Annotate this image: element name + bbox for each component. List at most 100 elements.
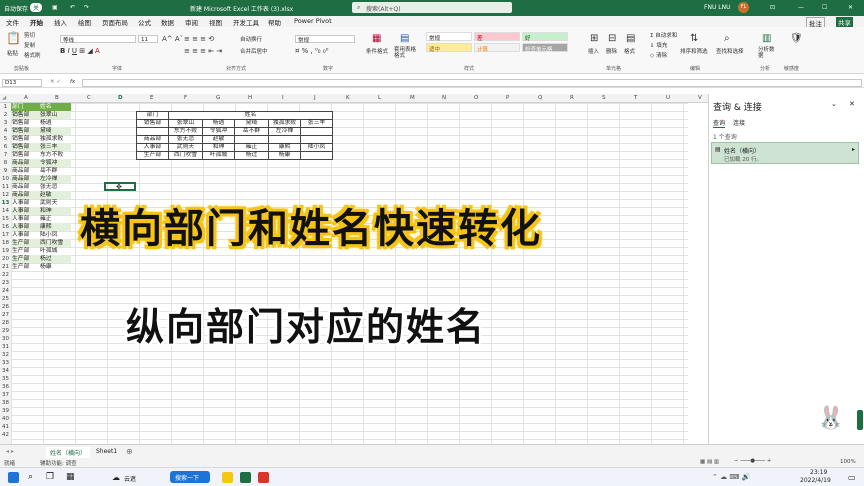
analyze-data-icon[interactable]: ▥ — [762, 33, 771, 44]
row-header[interactable]: 17 — [0, 231, 11, 239]
result-name[interactable]: 张三丰 — [300, 119, 333, 128]
sensitivity-icon[interactable]: 🛡 — [790, 33, 803, 44]
zoom-slider[interactable]: − ───●─── + — [734, 458, 771, 464]
windows-start-icon[interactable] — [8, 472, 19, 483]
col-header[interactable]: L — [378, 95, 381, 101]
table-cell[interactable]: 生产部 — [11, 247, 39, 255]
tab-view[interactable]: 视图 — [209, 17, 222, 27]
col-header[interactable]: Q — [538, 95, 542, 101]
row-header[interactable]: 6 — [0, 143, 11, 151]
result-name[interactable]: 杨康 — [268, 151, 301, 160]
result-name[interactable] — [300, 127, 333, 136]
col-header[interactable]: P — [506, 95, 509, 101]
table-cell[interactable]: 生产部 — [11, 255, 39, 263]
row-header[interactable]: 21 — [0, 263, 11, 271]
merge-center-button[interactable]: 合并后居中 — [240, 47, 268, 55]
table-cell[interactable]: 杨康 — [39, 263, 71, 271]
insert-cells-icon[interactable]: ⊞ — [590, 33, 598, 44]
result-dept[interactable]: 商品部 — [136, 135, 169, 144]
align-top-icon[interactable]: ≡ ≡ ≡ ⟲ — [184, 35, 214, 43]
row-header[interactable]: 22 — [0, 271, 11, 279]
minimize-icon[interactable]: — — [798, 4, 804, 11]
format-painter-button[interactable]: 格式刷 — [24, 51, 41, 59]
formula-input[interactable] — [82, 79, 862, 87]
number-format-select[interactable]: 常规 — [295, 35, 355, 44]
table-cell[interactable]: 商品部 — [11, 159, 39, 167]
table-cell[interactable]: 销售部 — [11, 127, 39, 135]
autosave-toggle[interactable]: 关 — [30, 3, 43, 12]
col-header[interactable]: S — [602, 95, 606, 101]
result-name[interactable] — [268, 135, 301, 144]
col-header[interactable]: C — [87, 95, 91, 101]
result-name[interactable]: 和珅 — [202, 143, 235, 152]
table-format-button[interactable]: 套用表格格式 — [394, 47, 420, 59]
analyze-data-button[interactable]: 分析数据 — [758, 47, 776, 59]
table-cell[interactable]: 人事部 — [11, 231, 39, 239]
maximize-icon[interactable]: ☐ — [822, 4, 827, 11]
col-header[interactable]: H — [248, 95, 252, 101]
table-cell[interactable]: 人事部 — [11, 223, 39, 231]
find-select-button[interactable]: 查找和选择 — [716, 47, 744, 55]
ribbon-display-icon[interactable]: ⊡ — [770, 4, 775, 11]
result-name[interactable]: 岳不群 — [234, 127, 269, 136]
table-cell[interactable]: 张翠山 — [39, 111, 71, 119]
table-cell[interactable]: 杨过 — [39, 255, 71, 263]
style-calc[interactable]: 计算 — [474, 43, 520, 53]
table-cell[interactable]: 销售部 — [11, 119, 39, 127]
cancel-formula-icon[interactable]: ✕ ✓ — [50, 79, 61, 85]
search-box[interactable]: 搜索(Alt+Q) — [352, 2, 512, 13]
zoom-level[interactable]: 100% — [840, 459, 856, 465]
panel-close-icon[interactable]: ✕ — [849, 100, 855, 108]
table-cell[interactable]: 独孤求败 — [39, 135, 71, 143]
result-dept[interactable]: 人事部 — [136, 143, 169, 152]
sheet-tab[interactable]: Sheet1 — [96, 448, 117, 455]
panel-scroll-indicator[interactable] — [857, 410, 863, 430]
result-name[interactable]: 张无忌 — [168, 135, 203, 144]
table-cell[interactable]: 生产部 — [11, 239, 39, 247]
fill-button[interactable]: ⇓ 填充 — [650, 41, 667, 49]
conditional-format-icon[interactable]: ▦ — [372, 33, 381, 44]
style-check[interactable]: 检查单元格 — [522, 43, 568, 53]
tab-help[interactable]: 帮助 — [268, 17, 281, 27]
weather-text[interactable]: 云遮 — [124, 474, 136, 483]
task-view-icon[interactable]: ❐ — [46, 472, 54, 482]
table-cell[interactable]: 左冷禅 — [39, 175, 71, 183]
table-cell[interactable]: 和珅 — [39, 207, 71, 215]
accessibility-status[interactable]: 辅助功能: 调查 — [40, 459, 77, 467]
cut-button[interactable]: 剪切 — [24, 31, 35, 39]
app-taskbar-icon[interactable] — [258, 472, 269, 483]
result-name[interactable] — [234, 135, 269, 144]
search-button[interactable]: 搜索一下 — [170, 471, 210, 483]
row-header[interactable]: 25 — [0, 295, 11, 303]
conditional-format-button[interactable]: 条件格式 — [366, 47, 388, 55]
col-header[interactable]: T — [634, 95, 637, 101]
table-cell[interactable]: 雍正 — [39, 215, 71, 223]
table-cell[interactable]: 商品部 — [11, 191, 39, 199]
table-cell[interactable]: 陆小凤 — [39, 231, 71, 239]
clear-button[interactable]: ◇ 清除 — [650, 51, 667, 59]
row-header[interactable]: 11 — [0, 183, 11, 191]
excel-taskbar-icon[interactable] — [240, 472, 251, 483]
row-header[interactable]: 34 — [0, 367, 11, 375]
fx-icon[interactable]: fx — [70, 79, 75, 85]
table-cell[interactable]: 销售部 — [11, 143, 39, 151]
query-expand-icon[interactable]: ▸ — [852, 146, 855, 153]
col-header[interactable]: F — [184, 95, 187, 101]
col-header[interactable]: V — [698, 95, 702, 101]
row-header[interactable]: 19 — [0, 247, 11, 255]
result-name[interactable]: 黛绮 — [234, 119, 269, 128]
format-cells-icon[interactable]: ▤ — [626, 33, 635, 44]
result-header-dept[interactable]: 部门 — [136, 111, 169, 120]
row-header[interactable]: 4 — [0, 127, 11, 135]
row-header[interactable]: 36 — [0, 383, 11, 391]
result-name[interactable]: 令狐冲 — [202, 127, 235, 136]
panel-tab-queries[interactable]: 查询 — [713, 118, 726, 128]
result-name[interactable]: 杨逍 — [202, 119, 235, 128]
result-name[interactable] — [300, 135, 333, 144]
row-header[interactable]: 8 — [0, 159, 11, 167]
table-cell[interactable]: 销售部 — [11, 151, 39, 159]
source-header-name[interactable]: 姓名 — [39, 103, 71, 111]
worksheet-grid[interactable] — [11, 103, 688, 444]
search-taskbar-icon[interactable]: ⌕ — [28, 472, 33, 482]
table-cell[interactable]: 销售部 — [11, 111, 39, 119]
